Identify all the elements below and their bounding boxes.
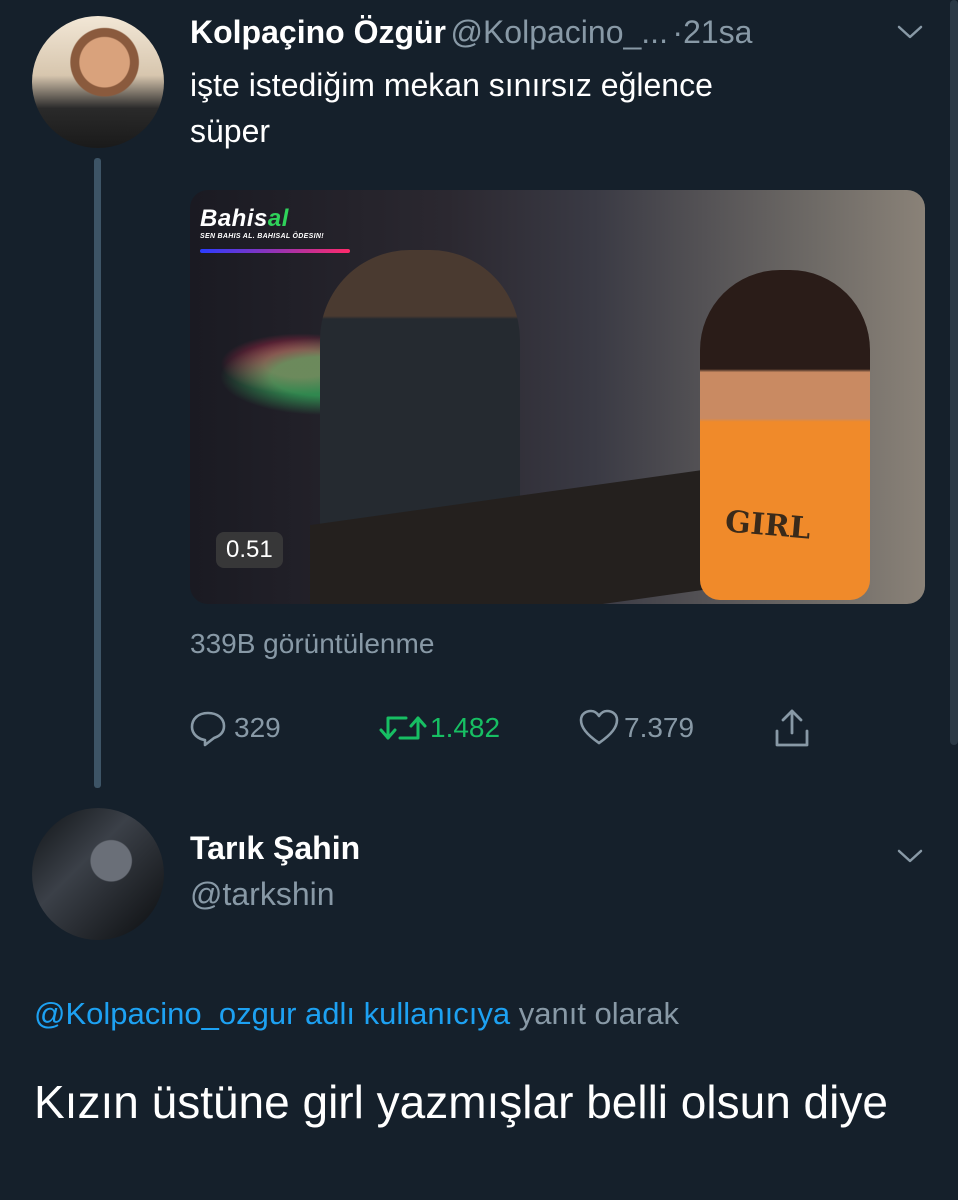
replying-to-suffix: yanıt olarak xyxy=(518,996,679,1031)
author-name[interactable]: Kolpaçino Özgür xyxy=(190,14,446,50)
logo-text-main: Bahis xyxy=(200,205,268,232)
tweet-header: Kolpaçino Özgür @Kolpacino_... ·21sa xyxy=(190,14,752,51)
chevron-down-icon xyxy=(897,25,923,39)
view-count: 339B görüntülenme xyxy=(190,628,435,659)
tweet-more-button[interactable] xyxy=(896,22,924,47)
tweet-text: işte istediğim mekan sınırsız eğlence sü… xyxy=(190,62,713,154)
tweet-text-line: süper xyxy=(190,113,271,149)
chevron-down-icon xyxy=(897,849,923,863)
reply-count: 329 xyxy=(234,712,281,743)
scrollbar-thumb[interactable] xyxy=(950,0,958,745)
share-button[interactable] xyxy=(772,708,812,748)
logo-text-accent: al xyxy=(267,205,289,232)
retweet-icon xyxy=(379,716,427,740)
logo-tagline: SEN BAHIS AL. BAHISAL ÖDESIN! xyxy=(200,233,324,240)
reply-more-button[interactable] xyxy=(896,846,924,871)
share-icon xyxy=(775,709,809,747)
replying-to-link[interactable]: @Kolpacino_ozgur adlı kullanıcıya xyxy=(34,996,510,1031)
reply-author-avatar[interactable] xyxy=(32,808,164,940)
video-shirt-text: GIRL xyxy=(723,504,813,547)
thread-connector-line xyxy=(94,158,101,788)
tweet-time[interactable]: 21sa xyxy=(683,14,752,50)
header-separator: · xyxy=(672,14,684,50)
reply-bubble-icon xyxy=(190,711,226,747)
reply-author-name[interactable]: Tarık Şahin xyxy=(190,830,360,867)
video-duration-badge: 0.51 xyxy=(216,532,283,568)
author-avatar[interactable] xyxy=(32,16,164,148)
video-watermark-logo: Bahisal SEN BAHIS AL. BAHISAL ÖDESIN! xyxy=(200,205,360,253)
tweet-video[interactable]: GIRL Bahisal SEN BAHIS AL. BAHISAL ÖDESI… xyxy=(190,190,925,604)
retweet-button[interactable]: 1.482 xyxy=(378,708,500,748)
retweet-count: 1.482 xyxy=(430,712,501,743)
tweet-text-line: işte istediğim mekan sınırsız eğlence xyxy=(190,67,713,103)
author-handle[interactable]: @Kolpacino_... xyxy=(450,14,668,50)
video-figure-woman xyxy=(700,270,870,600)
reply-text: Kızın üstüne girl yazmışlar belli olsun … xyxy=(34,1076,888,1128)
replying-to-line: @Kolpacino_ozgur adlı kullanıcıya yanıt … xyxy=(34,996,679,1032)
like-button[interactable]: 7.379 xyxy=(578,708,694,748)
reply-author-handle[interactable]: @tarkshin xyxy=(190,876,335,913)
heart-icon xyxy=(579,709,619,745)
logo-swoosh xyxy=(200,249,350,253)
like-count: 7.379 xyxy=(624,712,695,743)
reply-button[interactable]: 329 xyxy=(188,708,281,748)
